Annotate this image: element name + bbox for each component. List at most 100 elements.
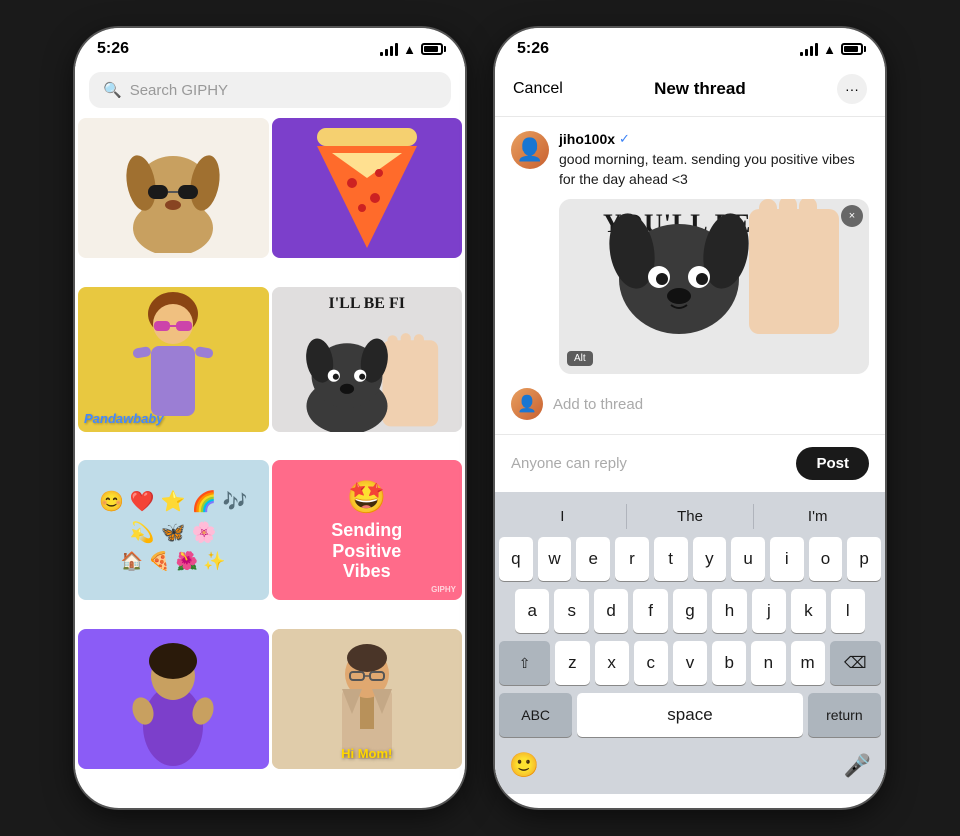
himom-illustration <box>322 634 412 764</box>
post-button[interactable]: Post <box>796 447 869 480</box>
key-i[interactable]: i <box>770 537 804 581</box>
verified-badge: ✓ <box>619 131 630 147</box>
reply-bar: Anyone can reply Post <box>495 434 885 492</box>
gif-dog-sunglasses[interactable] <box>78 118 269 258</box>
suggestion-im[interactable]: I'm <box>754 504 881 529</box>
wifi-icon: ▲ <box>403 42 416 57</box>
key-d[interactable]: d <box>594 589 628 633</box>
key-m[interactable]: m <box>791 641 825 685</box>
battery-icon-right <box>841 43 863 55</box>
key-x[interactable]: x <box>595 641 629 685</box>
key-o[interactable]: o <box>809 537 843 581</box>
vibes-alien-emoji: 🤩 <box>347 478 387 516</box>
small-avatar-image: 👤 <box>517 394 537 414</box>
key-r[interactable]: r <box>615 537 649 581</box>
post-text: good morning, team. sending you positive… <box>559 150 869 189</box>
gif-woman-clap[interactable] <box>78 629 269 769</box>
key-b[interactable]: b <box>712 641 746 685</box>
key-c[interactable]: c <box>634 641 668 685</box>
dog-illustration <box>113 123 233 253</box>
abc-key[interactable]: ABC <box>499 693 572 737</box>
post-body: jiho100x ✓ good morning, team. sending y… <box>559 131 869 374</box>
gif-pizza[interactable] <box>272 118 463 258</box>
gif-alt-badge: Alt <box>567 351 593 366</box>
keyboard-row-2: a s d f g h j k l <box>499 589 881 633</box>
return-key[interactable]: return <box>808 693 881 737</box>
key-k[interactable]: k <box>791 589 825 633</box>
keyboard-suggestions: I The I'm <box>499 500 881 537</box>
status-icons-left: ▲ <box>380 42 443 57</box>
search-placeholder: Search GIPHY <box>130 82 228 99</box>
gif-preview-dog <box>559 199 869 339</box>
key-q[interactable]: q <box>499 537 533 581</box>
search-icon: 🔍 <box>103 81 122 99</box>
key-h[interactable]: h <box>712 589 746 633</box>
keyboard: I The I'm q w e r t y u i o p a s d <box>495 492 885 794</box>
key-z[interactable]: z <box>555 641 589 685</box>
gif-grid: Pandawbaby I'LL BE FI <box>75 118 465 794</box>
key-u[interactable]: u <box>731 537 765 581</box>
key-y[interactable]: y <box>693 537 727 581</box>
girl-illustration <box>123 289 223 429</box>
key-s[interactable]: s <box>554 589 588 633</box>
woman-illustration <box>123 631 223 766</box>
small-avatar: 👤 <box>511 388 543 420</box>
suggestion-i[interactable]: I <box>499 504 627 529</box>
gif-hi-mom[interactable]: Hi Mom! <box>272 629 463 769</box>
thread-header: Cancel New thread ··· <box>495 64 885 117</box>
add-to-thread-label[interactable]: Add to thread <box>553 396 643 413</box>
right-phone: 5:26 ▲ Cancel New thread ··· 👤 <box>495 28 885 808</box>
gif-girl-sunglasses[interactable]: Pandawbaby <box>78 287 269 432</box>
more-options-icon: ··· <box>845 81 859 97</box>
key-p[interactable]: p <box>847 537 881 581</box>
key-w[interactable]: w <box>538 537 572 581</box>
time-right: 5:26 <box>517 40 549 58</box>
key-f[interactable]: f <box>633 589 667 633</box>
key-g[interactable]: g <box>673 589 707 633</box>
giphy-branding: GIPHY <box>431 585 456 594</box>
key-v[interactable]: v <box>673 641 707 685</box>
cancel-button[interactable]: Cancel <box>513 80 563 98</box>
space-key[interactable]: space <box>577 693 802 737</box>
status-bar-left: 5:26 ▲ <box>75 28 465 64</box>
key-n[interactable]: n <box>751 641 785 685</box>
signal-icon-right <box>800 43 818 56</box>
add-to-thread-row[interactable]: 👤 Add to thread <box>495 374 885 434</box>
thread-content: 👤 jiho100x ✓ good morning, team. sending… <box>495 117 885 374</box>
thread-screen: Cancel New thread ··· 👤 jiho100x ✓ good … <box>495 64 885 794</box>
status-icons-right: ▲ <box>800 42 863 57</box>
microphone-button[interactable]: 🎤 <box>844 753 871 779</box>
battery-icon <box>421 43 443 55</box>
reply-placeholder[interactable]: Anyone can reply <box>511 455 627 472</box>
keyboard-bottom-bar: 🙂 🎤 <box>499 745 881 790</box>
vibes-text: Sending Positive Vibes <box>331 520 402 582</box>
puppy-fine-illustration <box>272 320 463 431</box>
avatar-image: 👤 <box>516 137 543 163</box>
key-e[interactable]: e <box>576 537 610 581</box>
status-bar-right: 5:26 ▲ <box>495 28 885 64</box>
signal-icon <box>380 43 398 56</box>
gif-puppy-fine[interactable]: I'LL BE FI <box>272 287 463 432</box>
hi-mom-label: Hi Mom! <box>341 746 392 761</box>
key-a[interactable]: a <box>515 589 549 633</box>
key-l[interactable]: l <box>831 589 865 633</box>
username: jiho100x <box>559 131 615 147</box>
suggestion-the[interactable]: The <box>627 504 755 529</box>
user-avatar: 👤 <box>511 131 549 169</box>
giphy-search-bar[interactable]: 🔍 Search GIPHY <box>75 64 465 118</box>
post-row: 👤 jiho100x ✓ good morning, team. sending… <box>511 131 869 374</box>
keyboard-row-1: q w e r t y u i o p <box>499 537 881 581</box>
shift-key[interactable]: ⇧ <box>499 641 550 685</box>
delete-key[interactable]: ⌫ <box>830 641 881 685</box>
emoji-button[interactable]: 🙂 <box>509 751 539 780</box>
gif-positive-vibes[interactable]: 🤩 Sending Positive Vibes GIPHY <box>272 460 463 600</box>
keyboard-row-4: ABC space return <box>499 693 881 737</box>
gif-preview: YOU'LL BE FINE <box>559 199 869 374</box>
search-input-container[interactable]: 🔍 Search GIPHY <box>89 72 451 108</box>
username-row: jiho100x ✓ <box>559 131 869 147</box>
more-options-button[interactable]: ··· <box>837 74 867 104</box>
gif-fridge-magnets[interactable]: 😊 ❤️ ⭐ 🌈 🎶 💫 🦋 🌸 🏠 🍕 🌺 ✨ <box>78 460 269 600</box>
key-j[interactable]: j <box>752 589 786 633</box>
wifi-icon-right: ▲ <box>823 42 836 57</box>
key-t[interactable]: t <box>654 537 688 581</box>
